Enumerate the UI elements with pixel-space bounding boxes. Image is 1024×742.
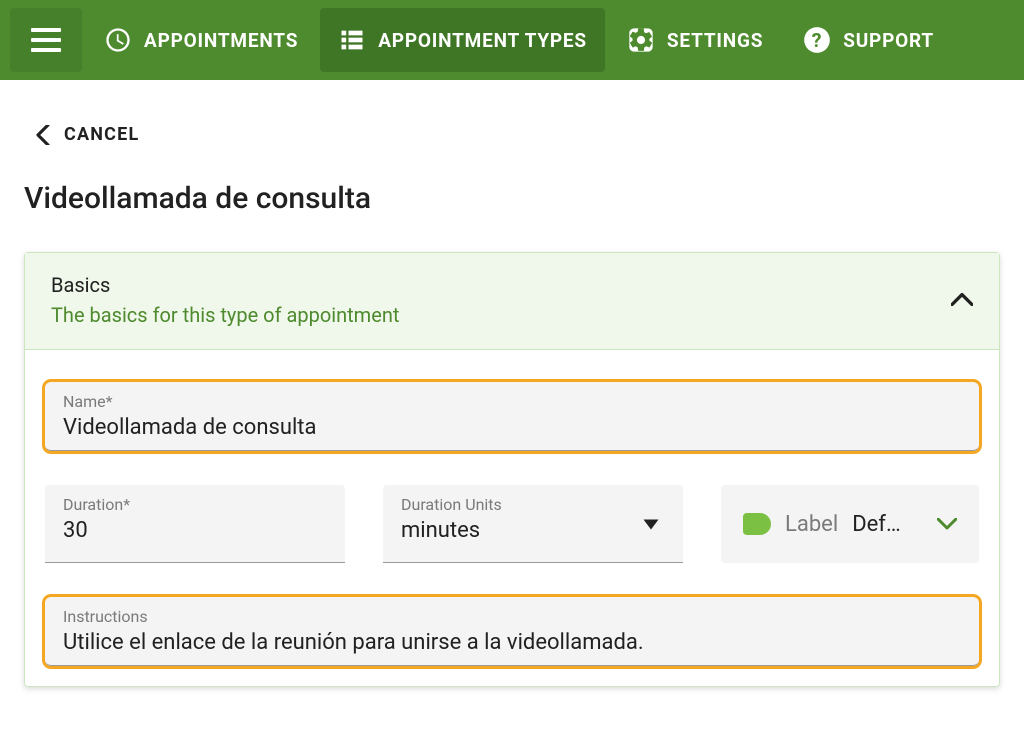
name-field[interactable]: Name* — [45, 382, 979, 451]
field-label: Duration* — [63, 495, 327, 514]
help-icon: ? — [803, 26, 831, 54]
duration-units-value: minutes — [401, 518, 665, 543]
duration-input[interactable] — [63, 518, 327, 543]
nav-appointments[interactable]: APPOINTMENTS — [86, 8, 316, 72]
instructions-input[interactable] — [63, 630, 961, 655]
duration-units-field[interactable]: Duration Units minutes — [383, 485, 683, 563]
nav-support[interactable]: ? SUPPORT — [785, 8, 952, 72]
duration-field[interactable]: Duration* — [45, 485, 345, 563]
panel-header[interactable]: Basics The basics for this type of appoi… — [25, 253, 999, 350]
label-field[interactable]: Label Def… — [721, 485, 979, 563]
label-field-value: Def… — [852, 512, 900, 537]
duration-row: Duration* Duration Units minutes Label D… — [45, 485, 979, 563]
list-icon — [338, 26, 366, 54]
label-field-label: Label — [785, 512, 838, 537]
chevron-down-icon — [937, 515, 957, 534]
field-label: Instructions — [63, 607, 961, 626]
content-area: CANCEL Videollamada de consulta Basics T… — [0, 80, 1024, 687]
field-label: Duration Units — [401, 495, 665, 514]
menu-button[interactable] — [10, 8, 82, 72]
chevron-left-icon — [36, 125, 50, 145]
nav-label: APPOINTMENTS — [144, 29, 298, 52]
field-label: Name* — [63, 392, 961, 411]
top-nav: APPOINTMENTS APPOINTMENT TYPES SETTINGS … — [0, 0, 1024, 80]
panel-title: Basics — [51, 273, 399, 297]
tag-icon — [743, 513, 771, 535]
svg-text:?: ? — [812, 29, 823, 52]
gear-icon — [627, 26, 655, 54]
nav-label: SETTINGS — [667, 29, 763, 52]
nav-label: APPOINTMENT TYPES — [378, 29, 587, 52]
nav-settings[interactable]: SETTINGS — [609, 8, 781, 72]
basics-panel: Basics The basics for this type of appoi… — [24, 252, 1000, 687]
cancel-button[interactable]: CANCEL — [36, 124, 1000, 145]
cancel-label: CANCEL — [64, 124, 139, 145]
hamburger-icon — [31, 28, 61, 52]
clock-icon — [104, 26, 132, 54]
instructions-field[interactable]: Instructions — [45, 597, 979, 666]
panel-subtitle: The basics for this type of appointment — [51, 303, 399, 327]
nav-label: SUPPORT — [843, 29, 934, 52]
panel-header-text: Basics The basics for this type of appoi… — [51, 273, 399, 327]
nav-appointment-types[interactable]: APPOINTMENT TYPES — [320, 8, 605, 72]
chevron-up-icon — [951, 291, 973, 310]
name-input[interactable] — [63, 415, 961, 440]
dropdown-arrow-icon — [643, 514, 659, 533]
panel-body: Name* Duration* Duration Units minutes — [25, 350, 999, 686]
page-title: Videollamada de consulta — [24, 181, 1000, 216]
